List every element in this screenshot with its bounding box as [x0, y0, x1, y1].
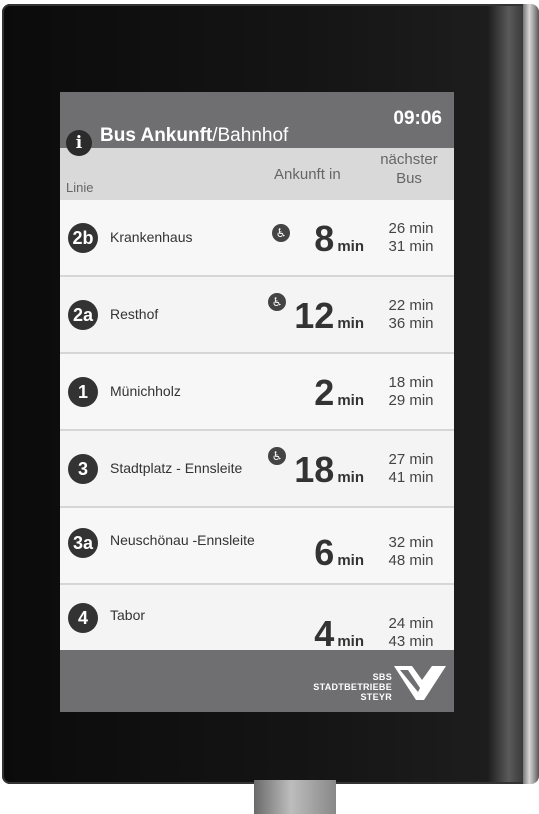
next-bus-1: 32 min [388, 534, 434, 551]
next-bus-2: 41 min [388, 469, 434, 486]
arrival-time: 12 min [294, 295, 364, 337]
departure-row: 1 Münichholz 2 min 18 min 29 min [60, 354, 454, 431]
title-bold: Bus Ankunft [100, 125, 213, 146]
wheelchair-icon: ♿ [268, 447, 286, 465]
destination: Resthof [110, 306, 159, 322]
arrival-unit: min [337, 238, 364, 255]
wheelchair-icon: ♿ [268, 293, 286, 311]
arrival-unit: min [337, 392, 364, 409]
next-bus-1: 27 min [388, 451, 434, 468]
title-rest: /Bahnhof [212, 125, 289, 146]
next-bus-2: 29 min [388, 392, 434, 409]
arrival-minutes: 6 [314, 532, 335, 573]
destination: Stadtplatz - Ennsleite [110, 460, 243, 476]
arrival-unit: min [337, 469, 364, 486]
brand-text: SBS STADTBETRIEBE STEYR [313, 672, 392, 702]
next-bus-2: 36 min [388, 315, 434, 332]
arrival-unit: min [337, 552, 364, 569]
next-bus-1: 18 min [388, 374, 434, 391]
arrival-minutes: 12 [294, 295, 335, 336]
departure-row: 3a Neuschönau -Ennsleite 6 min 32 min 48 … [60, 508, 454, 585]
header: i Bus Ankunft/Bahnhof 09:06 Linie Ankunf… [60, 92, 454, 200]
clock: 09:06 [393, 108, 442, 129]
arrival-time: 2 min [314, 372, 364, 414]
info-icon: i [66, 130, 92, 156]
next-bus-1: 22 min [388, 297, 434, 314]
column-header-next-line1: nächster [380, 151, 438, 168]
brand-line-2: STADTBETRIEBE [313, 682, 392, 692]
departure-row: 2a Resthof ♿ 12 min 22 min 36 min [60, 277, 454, 354]
page-title: Bus Ankunft/Bahnhof [100, 125, 288, 147]
arrival-minutes: 4 [314, 613, 335, 654]
arrival-time: 4 min [314, 613, 364, 655]
line-badge: 3 [68, 454, 98, 484]
wheelchair-icon: ♿ [272, 224, 290, 242]
arrival-unit: min [337, 633, 364, 650]
brand-line-1: SBS [372, 672, 392, 682]
next-bus-2: 43 min [388, 633, 434, 650]
next-buses: 26 min 31 min [378, 220, 444, 256]
next-buses: 32 min 48 min [378, 534, 444, 570]
line-badge: 1 [68, 377, 98, 407]
next-buses: 18 min 29 min [378, 374, 444, 410]
destination: Neuschönau -Ennsleite [110, 532, 255, 548]
sbs-logo-icon [394, 666, 446, 700]
brand-line-3: STEYR [360, 692, 392, 702]
next-buses: 27 min 41 min [378, 451, 444, 487]
destination: Münichholz [110, 383, 181, 399]
footer: SBS STADTBETRIEBE STEYR [60, 650, 454, 712]
column-header-next-line2: Bus [396, 170, 422, 187]
destination: Krankenhaus [110, 229, 193, 245]
arrival-time: 8 min [314, 218, 364, 260]
departure-row: 4 Tabor 4 min 24 min 43 min [60, 585, 454, 660]
departure-row: 2b Krankenhaus ♿ 8 min 26 min 31 min [60, 200, 454, 277]
arrival-minutes: 2 [314, 372, 335, 413]
arrival-time: 6 min [314, 532, 364, 574]
display-pole [254, 780, 336, 814]
departure-row: 3 Stadtplatz - Ennsleite ♿ 18 min 27 min … [60, 431, 454, 508]
housing-edge [523, 4, 539, 784]
next-buses: 24 min 43 min [378, 615, 444, 651]
column-header-arrival: Ankunft in [274, 166, 341, 183]
next-buses: 22 min 36 min [378, 297, 444, 333]
arrival-minutes: 8 [314, 218, 335, 259]
line-badge: 2a [68, 300, 98, 330]
departure-screen: i Bus Ankunft/Bahnhof 09:06 Linie Ankunf… [60, 92, 454, 712]
next-bus-1: 26 min [388, 220, 434, 237]
column-header-next: nächster Bus [376, 150, 442, 188]
column-header-line: Linie [66, 180, 94, 195]
line-badge: 2b [68, 223, 98, 253]
departure-list: 2b Krankenhaus ♿ 8 min 26 min 31 min 2a R… [60, 200, 454, 660]
arrival-minutes: 18 [294, 449, 335, 490]
destination: Tabor [110, 607, 146, 623]
line-badge: 4 [68, 603, 98, 633]
arrival-time: 18 min [294, 449, 364, 491]
next-bus-2: 31 min [388, 238, 434, 255]
next-bus-1: 24 min [388, 615, 434, 632]
next-bus-2: 48 min [388, 552, 434, 569]
line-badge: 3a [68, 528, 98, 558]
arrival-unit: min [337, 315, 364, 332]
